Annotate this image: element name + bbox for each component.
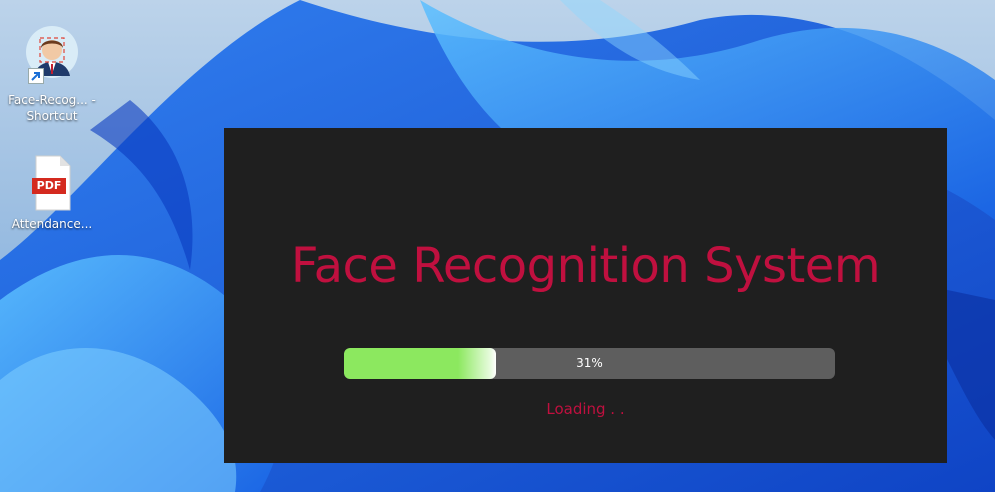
app-title: Face Recognition System xyxy=(290,238,881,294)
face-recognition-app-icon xyxy=(20,24,84,88)
desktop-icon-face-recognition-shortcut[interactable]: Face-Recog... - Shortcut xyxy=(6,24,98,124)
shortcut-arrow-icon xyxy=(28,68,44,84)
desktop-icon-attendance-pdf[interactable]: PDF Attendance... xyxy=(6,154,98,232)
progress-bar: 31% xyxy=(344,348,835,379)
loading-status: Loading . . xyxy=(546,400,625,418)
pdf-badge: PDF xyxy=(36,179,62,192)
splash-window: Face Recognition System 31% Loading . . xyxy=(224,128,947,463)
pdf-file-icon: PDF xyxy=(20,154,84,212)
progress-percent-label: 31% xyxy=(576,356,603,370)
desktop-icon-label: Face-Recog... - Shortcut xyxy=(8,93,96,123)
desktop: Face-Recog... - Shortcut PDF Attendance.… xyxy=(0,0,995,492)
desktop-icon-label: Attendance... xyxy=(11,217,93,231)
